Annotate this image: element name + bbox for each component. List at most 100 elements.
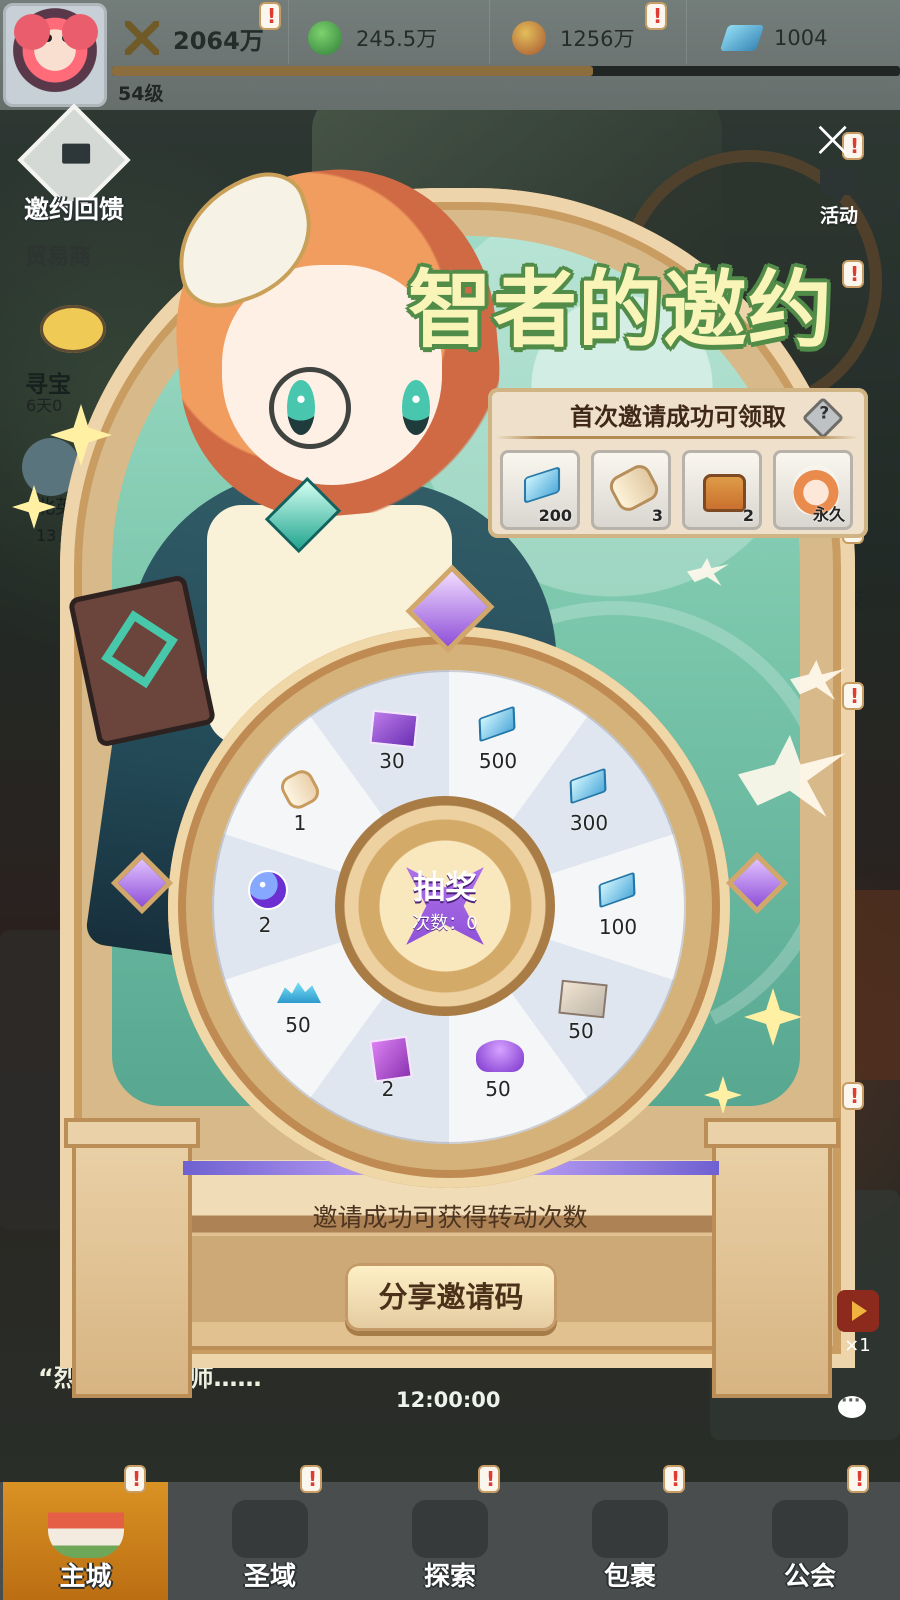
nav-alert-icon [124,1465,146,1493]
wheel-prize: 1 [255,766,345,835]
diamond-icon [563,766,615,810]
video-reward-button[interactable]: ×1 [835,1290,880,1362]
power-alert-icon [259,2,281,30]
gold-coin-resource[interactable]: 1256万 [512,18,634,58]
first-reward-avatar[interactable]: 永久 [773,450,853,530]
first-reward-chest[interactable]: 2 [682,450,762,530]
close-icon[interactable]: × [810,112,855,166]
diamond-icon [472,704,524,748]
right-alert-icon [842,260,864,288]
spin-label: 抽奖 [412,868,477,906]
prize-count: 300 [569,811,609,835]
spin-count: 次数：0 [412,913,478,934]
gold-coin-icon [512,21,546,55]
nav-label: 主城 [59,1562,112,1592]
character-right-eye [402,380,430,435]
activity-label: 活动 [819,205,858,227]
spin-button[interactable]: 抽奖 次数：0 [335,796,555,1016]
nav-main-city[interactable]: 主城 [3,1482,168,1600]
nav-label: 探索 [423,1562,476,1592]
first-invite-rewards-panel: 首次邀请成功可领取 ? 200 3 2 永久 [488,388,868,538]
map-icon [555,974,607,1018]
purple-map-icon [366,704,418,748]
reward-count: 2 [742,506,754,525]
green-coin-icon [308,21,342,55]
reward-count: 200 [538,506,572,525]
nav-alert-icon [478,1465,500,1493]
top-resource-bar: 54级 2064万 245.5万 1256万 1004 [0,0,900,110]
green-coin-value: 245.5万 [356,27,438,51]
prize-count: 100 [598,915,638,939]
bottom-navigation: 主城 圣域 探索 包裹 公会 [0,1482,900,1600]
nav-holy-domain[interactable]: 圣域 [180,1482,360,1600]
vortex-icon [232,1500,308,1558]
right-alert-icon [842,682,864,710]
player-avatar[interactable] [3,3,107,107]
guild-icon [772,1500,848,1558]
crystal-orb-icon [239,868,291,912]
wheel-prize: 2 [220,868,310,937]
level-progress-bar [112,66,900,76]
crossed-swords-icon [125,21,159,55]
diamond-value: 1004 [774,26,828,50]
resource-divider [686,0,687,64]
activity-button[interactable]: 活动 [808,167,870,237]
prize-count: 30 [379,749,405,773]
scroll-icon [274,766,326,810]
blue-dust-icon [272,968,324,1012]
nav-label: 公会 [783,1562,836,1592]
resource-divider [489,0,490,64]
diamond-resource[interactable]: 1004 [719,18,828,58]
power-resource[interactable]: 2064万 [125,18,264,58]
resource-divider [288,0,289,64]
nav-explore[interactable]: 探索 [360,1482,540,1600]
video-reward-icon [836,1290,879,1332]
diamond-icon [592,870,644,914]
reward-duration: 永久 [812,505,845,524]
first-reward-diamond[interactable]: 200 [500,450,580,530]
level-progress-fill [112,66,593,76]
wheel-prize: 50 [453,1032,543,1101]
nav-alert-icon [300,1465,322,1493]
nav-label: 包裹 [603,1562,656,1592]
wheel-prize: 50 [253,968,343,1037]
prize-count: 50 [285,1013,311,1037]
invite-instruction: 邀请成功可获得转动次数 [312,1203,588,1232]
castle-icon [47,1500,124,1558]
nav-bag[interactable]: 包裹 [540,1482,720,1600]
diamond-icon [523,466,561,504]
character-monocle-icon [269,367,351,449]
bag-icon [592,1500,668,1558]
game-screen: 54级 2064万 245.5万 1256万 1004 邀约回馈 贸易商 寻宝 … [0,0,900,1600]
wheel-prize: 300 [544,766,634,835]
nav-alert-icon [847,1465,869,1493]
nav-label: 圣域 [243,1562,296,1592]
purple-card-icon [362,1032,414,1076]
gold-alert-icon [645,2,667,30]
green-coin-resource[interactable]: 245.5万 [308,18,437,58]
wheel-prize: 30 [347,704,437,773]
diamond-icon [719,25,765,51]
share-invite-code-button[interactable]: 分享邀请码 [345,1263,557,1331]
nav-guild[interactable]: 公会 [720,1482,900,1600]
prize-count: 1 [293,811,307,835]
help-symbol: ? [819,403,830,424]
prize-count: 50 [485,1077,511,1101]
nav-alert-icon [663,1465,685,1493]
wheel-left-gem-icon [110,851,174,915]
power-value: 2064万 [173,26,264,55]
video-reward-count: ×1 [844,1335,871,1356]
purple-dust-icon [472,1032,524,1076]
prize-count: 2 [258,913,272,937]
first-reward-list: 200 3 2 永久 [500,450,853,530]
player-level: 54级 [118,83,164,105]
dialog-title: 智者的邀约 [408,261,834,359]
activity-speech-bubble-icon [820,167,858,204]
gold-coin-value: 1256万 [560,27,635,51]
reward-count: 3 [651,506,663,525]
chat-icon[interactable] [838,1391,866,1418]
wheel-prize: 500 [453,704,543,773]
background-timer: 12:00:00 [396,1388,501,1412]
prize-count: 50 [568,1019,594,1043]
first-reward-scroll[interactable]: 3 [591,450,671,530]
